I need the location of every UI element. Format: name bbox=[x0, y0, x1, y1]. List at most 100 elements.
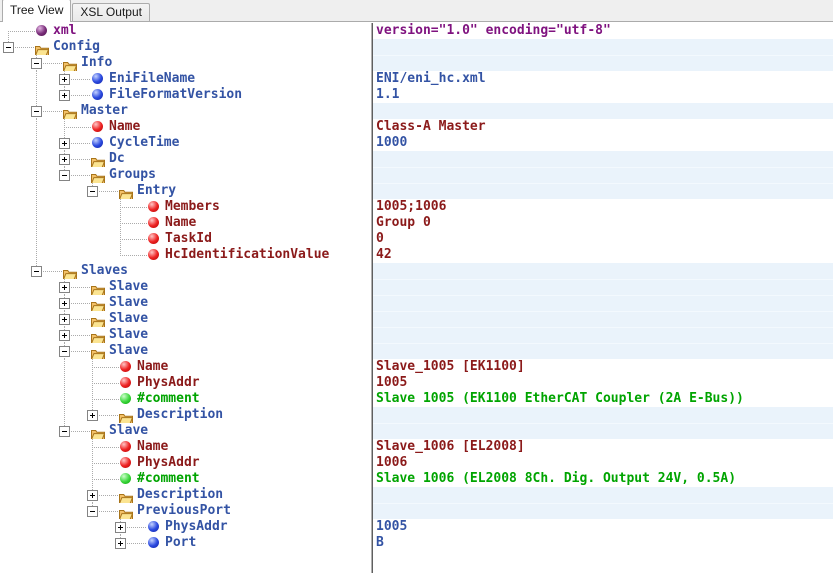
folder-icon bbox=[91, 169, 105, 181]
tree-node: CycleTime bbox=[0, 135, 371, 151]
tree-line bbox=[92, 383, 119, 384]
node-value-cell[interactable]: 42 bbox=[373, 247, 833, 263]
tree-node-label[interactable]: Slave bbox=[109, 327, 148, 343]
node-value-cell[interactable]: 1006 bbox=[373, 455, 833, 471]
expand-icon[interactable] bbox=[115, 522, 126, 533]
tree-node-label[interactable]: Slaves bbox=[81, 263, 128, 279]
tree-node-label[interactable]: Name bbox=[137, 439, 168, 455]
collapse-icon[interactable] bbox=[87, 506, 98, 517]
node-value-cell[interactable]: Slave 1006 (EL2008 8Ch. Dig. Output 24V,… bbox=[373, 471, 833, 487]
expand-icon[interactable] bbox=[59, 74, 70, 85]
tree-line bbox=[120, 207, 147, 208]
tab-tree-view[interactable]: Tree View bbox=[2, 0, 71, 22]
node-value-cell[interactable]: Class-A Master bbox=[373, 119, 833, 135]
expand-icon[interactable] bbox=[115, 538, 126, 549]
tree-node-label[interactable]: Info bbox=[81, 55, 112, 71]
tree-node-label[interactable]: Dc bbox=[109, 151, 125, 167]
node-value-cell bbox=[373, 279, 833, 295]
expand-icon[interactable] bbox=[59, 298, 70, 309]
tree-node-label[interactable]: Members bbox=[165, 199, 220, 215]
tree-line bbox=[64, 359, 65, 375]
node-value-cell[interactable]: version="1.0" encoding="utf-8" bbox=[373, 23, 833, 39]
tree-row: Slave bbox=[0, 327, 833, 343]
node-value-cell bbox=[373, 263, 833, 279]
tree-line bbox=[71, 303, 91, 304]
tree-node-label[interactable]: Slave bbox=[109, 343, 148, 359]
tree-node-label[interactable]: Entry bbox=[137, 183, 176, 199]
tree-node-label[interactable]: PhysAddr bbox=[165, 519, 228, 535]
expand-icon[interactable] bbox=[59, 154, 70, 165]
folder-icon bbox=[119, 505, 133, 517]
tree-node-label[interactable]: CycleTime bbox=[109, 135, 179, 151]
pane-splitter[interactable] bbox=[371, 23, 373, 573]
tree-node-label[interactable]: FileFormatVersion bbox=[109, 87, 242, 103]
tree-node-label[interactable]: EniFileName bbox=[109, 71, 195, 87]
tree-node-label[interactable]: Name bbox=[165, 215, 196, 231]
element-icon bbox=[148, 537, 159, 548]
tree-node-label[interactable]: HcIdentificationValue bbox=[165, 247, 329, 263]
node-value-cell[interactable]: 1.1 bbox=[373, 87, 833, 103]
tree-node: Entry bbox=[0, 183, 371, 199]
tree-node-label[interactable]: Groups bbox=[109, 167, 156, 183]
tree-line bbox=[120, 223, 147, 224]
tree-line bbox=[36, 199, 37, 215]
collapse-icon[interactable] bbox=[59, 346, 70, 357]
node-value-cell[interactable]: 0 bbox=[373, 231, 833, 247]
tree-node-label[interactable]: Description bbox=[137, 487, 223, 503]
tree-node-label[interactable]: Name bbox=[137, 359, 168, 375]
tree-node-label[interactable]: Port bbox=[165, 535, 196, 551]
collapse-icon[interactable] bbox=[3, 42, 14, 53]
node-value-cell[interactable]: ENI/eni_hc.xml bbox=[373, 71, 833, 87]
tree-line bbox=[120, 247, 121, 255]
tree-node-label[interactable]: TaskId bbox=[165, 231, 212, 247]
node-value-cell[interactable]: Slave 1005 (EK1100 EtherCAT Coupler (2A … bbox=[373, 391, 833, 407]
node-value-cell[interactable]: Slave_1006 [EL2008] bbox=[373, 439, 833, 455]
tree-line bbox=[71, 351, 91, 352]
tree-row: Name Group 0 bbox=[0, 215, 833, 231]
expand-icon[interactable] bbox=[59, 90, 70, 101]
tree-node-label[interactable]: Slave bbox=[109, 279, 148, 295]
expand-icon[interactable] bbox=[59, 330, 70, 341]
collapse-icon[interactable] bbox=[59, 170, 70, 181]
tree-node-label[interactable]: #comment bbox=[137, 391, 200, 407]
collapse-icon[interactable] bbox=[87, 186, 98, 197]
expand-icon[interactable] bbox=[59, 314, 70, 325]
tree-line bbox=[36, 119, 37, 135]
node-value-cell[interactable]: 1000 bbox=[373, 135, 833, 151]
tree-node-label[interactable]: PreviousPort bbox=[137, 503, 231, 519]
node-value-cell[interactable]: Slave_1005 [EK1100] bbox=[373, 359, 833, 375]
xml-tree: xml version="1.0" encoding="utf-8" ConfigI… bbox=[0, 23, 833, 551]
collapse-icon[interactable] bbox=[59, 426, 70, 437]
node-value-cell[interactable]: 1005 bbox=[373, 375, 833, 391]
tree-node-label[interactable]: xml bbox=[53, 23, 76, 39]
tree-node: Slave bbox=[0, 327, 371, 343]
tree-row: Master bbox=[0, 103, 833, 119]
tree-node-label[interactable]: PhysAddr bbox=[137, 455, 200, 471]
tree-node-label[interactable]: PhysAddr bbox=[137, 375, 200, 391]
tree-line bbox=[120, 239, 121, 247]
expand-icon[interactable] bbox=[87, 490, 98, 501]
node-value-cell[interactable]: 1005 bbox=[373, 519, 833, 535]
tree-node-label[interactable]: #comment bbox=[137, 471, 200, 487]
tree-node-label[interactable]: Slave bbox=[109, 423, 148, 439]
collapse-icon[interactable] bbox=[31, 106, 42, 117]
expand-icon[interactable] bbox=[59, 138, 70, 149]
node-value-cell[interactable]: Group 0 bbox=[373, 215, 833, 231]
tree-node-label[interactable]: Description bbox=[137, 407, 223, 423]
tree-node: Slave bbox=[0, 423, 371, 439]
tab-xsl-output[interactable]: XSL Output bbox=[72, 3, 150, 21]
node-value-cell[interactable]: B bbox=[373, 535, 833, 551]
tree-node-label[interactable]: Config bbox=[53, 39, 100, 55]
expand-icon[interactable] bbox=[59, 282, 70, 293]
tree-node-label[interactable]: Slave bbox=[109, 311, 148, 327]
expand-icon[interactable] bbox=[87, 410, 98, 421]
node-value-cell[interactable]: 1005;1006 bbox=[373, 199, 833, 215]
tree-line bbox=[120, 215, 121, 223]
tree-row: Name Class-A Master bbox=[0, 119, 833, 135]
node-value-cell bbox=[373, 151, 833, 167]
tree-node-label[interactable]: Master bbox=[81, 103, 128, 119]
collapse-icon[interactable] bbox=[31, 266, 42, 277]
tree-node-label[interactable]: Slave bbox=[109, 295, 148, 311]
collapse-icon[interactable] bbox=[31, 58, 42, 69]
tree-node-label[interactable]: Name bbox=[109, 119, 140, 135]
